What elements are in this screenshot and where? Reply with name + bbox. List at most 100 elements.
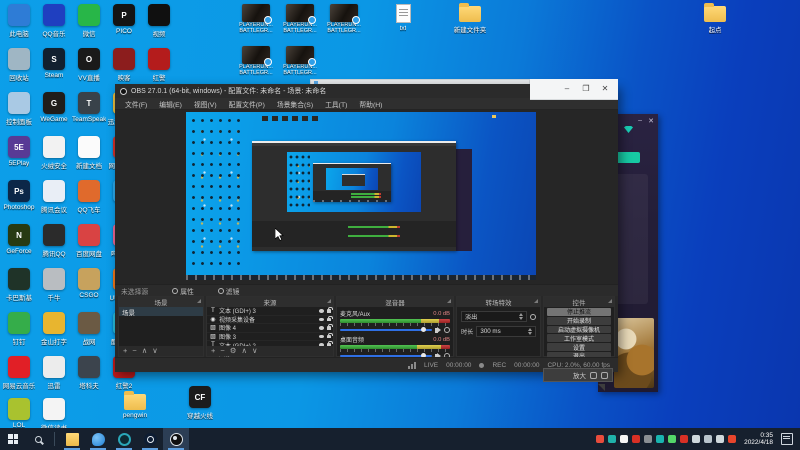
speaker-icon[interactable] bbox=[435, 326, 441, 333]
control-button[interactable]: 工作室模式 bbox=[547, 334, 611, 343]
move-scene-down-button[interactable]: ∨ bbox=[152, 347, 158, 355]
desktop-icon[interactable]: 5E 5EPlay bbox=[2, 136, 36, 178]
desktop-icon[interactable]: 迅雷 bbox=[37, 356, 71, 398]
desktop-icon[interactable]: T TeamSpeak 3 bbox=[72, 92, 106, 134]
desktop-icon[interactable]: CF 穿越火线 bbox=[183, 386, 217, 428]
spinner-updown-icon[interactable] bbox=[528, 328, 532, 335]
transitions-panel-header[interactable]: 转场特效 bbox=[457, 297, 540, 307]
tray-icon[interactable] bbox=[704, 435, 713, 443]
zoom-icon[interactable] bbox=[590, 371, 597, 379]
desktop-icon[interactable]: O VV直播 bbox=[72, 48, 106, 90]
channel-settings-icon[interactable] bbox=[444, 327, 450, 333]
desktop-icon-right-folder[interactable]: 起点 bbox=[698, 2, 732, 44]
desktop-icon[interactable]: S Steam bbox=[37, 48, 71, 90]
desktop-icon[interactable]: 视频 bbox=[142, 4, 176, 46]
scenes-panel-header[interactable]: 场景 bbox=[119, 297, 203, 307]
minimize-button[interactable]: – bbox=[638, 117, 642, 124]
desktop-icon-bottom-folder[interactable]: pengwin bbox=[118, 390, 152, 432]
desktop-icon[interactable]: N GeForce bbox=[2, 224, 36, 266]
sources-panel-header[interactable]: 来源 bbox=[207, 297, 333, 307]
add-scene-button[interactable]: + bbox=[123, 347, 127, 355]
desktop-icon[interactable]: 控制面板 bbox=[2, 92, 36, 134]
desktop-icon[interactable]: 火绒安全 bbox=[37, 136, 71, 178]
volume-slider[interactable] bbox=[340, 327, 432, 333]
menu-item[interactable]: 编辑(E) bbox=[153, 99, 188, 109]
menu-item[interactable]: 配置文件(P) bbox=[223, 99, 271, 109]
desktop-icon[interactable]: 战网 bbox=[72, 312, 106, 354]
notification-center-icon[interactable] bbox=[781, 433, 793, 445]
tray-icon[interactable] bbox=[596, 435, 605, 443]
visibility-eye-icon[interactable] bbox=[319, 309, 324, 313]
tray-icon[interactable] bbox=[668, 435, 677, 443]
mixer-panel-header[interactable]: 混音器 bbox=[337, 297, 453, 307]
taskbar-search-button[interactable] bbox=[26, 428, 50, 450]
desktop-icon[interactable]: 塔科夫 bbox=[72, 356, 106, 398]
desktop-icon[interactable]: 钉钉 bbox=[2, 312, 36, 354]
lock-icon[interactable] bbox=[327, 333, 333, 339]
desktop-icon[interactable]: G WeGame bbox=[37, 92, 71, 134]
visibility-eye-icon[interactable] bbox=[319, 334, 324, 339]
move-source-up-button[interactable]: ∧ bbox=[242, 347, 248, 355]
magnifier-popup[interactable]: 放大 bbox=[543, 368, 613, 382]
start-button[interactable] bbox=[0, 428, 26, 450]
transition-select[interactable]: 淡出 bbox=[461, 311, 527, 322]
tray-icon[interactable] bbox=[632, 435, 641, 443]
taskbar-app-button[interactable] bbox=[137, 428, 163, 450]
screenshot-thumbnail[interactable]: PLAYERUN... BATTLEGR... bbox=[327, 4, 361, 48]
desktop-icon[interactable]: 腾讯QQ bbox=[37, 224, 71, 266]
desktop-icon[interactable]: Ps Photoshop bbox=[2, 180, 36, 222]
desktop-icon[interactable]: QQ音乐 bbox=[37, 4, 71, 46]
lock-icon[interactable] bbox=[327, 324, 333, 330]
lock-icon[interactable] bbox=[327, 315, 333, 322]
tray-icon[interactable] bbox=[716, 435, 725, 443]
taskbar-app-button[interactable] bbox=[163, 428, 189, 450]
lock-icon[interactable] bbox=[327, 307, 333, 313]
tray-icon[interactable] bbox=[680, 435, 689, 443]
tray-icon[interactable] bbox=[608, 435, 617, 443]
tray-icon[interactable] bbox=[656, 435, 665, 443]
desktop-icon[interactable]: 千牛 bbox=[37, 268, 71, 310]
desktop-icon[interactable]: 新建文档 bbox=[72, 136, 106, 178]
visibility-eye-icon[interactable] bbox=[319, 317, 324, 322]
desktop-icon[interactable]: CSGO bbox=[72, 268, 106, 310]
menu-item[interactable]: 工具(T) bbox=[319, 99, 353, 109]
screenshot-thumbnail[interactable]: PLAYERUN... BATTLEGR... bbox=[283, 4, 317, 48]
control-button[interactable]: 启动虚拟摄像机 bbox=[547, 325, 611, 334]
maximize-button[interactable]: ❐ bbox=[581, 84, 591, 94]
taskbar-clock[interactable]: 0:35 2022/4/18 bbox=[744, 432, 773, 447]
menu-item[interactable]: 文件(F) bbox=[119, 99, 153, 109]
slider-handle[interactable] bbox=[420, 327, 426, 333]
remove-scene-button[interactable]: − bbox=[132, 347, 136, 355]
tray-icon[interactable] bbox=[620, 435, 629, 443]
remove-source-button[interactable]: − bbox=[220, 347, 224, 355]
move-scene-up-button[interactable]: ∧ bbox=[142, 347, 148, 355]
desktop-icon[interactable]: P PICO bbox=[107, 4, 141, 46]
tray-icon[interactable] bbox=[644, 435, 653, 443]
move-source-down-button[interactable]: ∨ bbox=[252, 347, 258, 355]
tray-icon[interactable] bbox=[692, 435, 701, 443]
minimize-button[interactable]: – bbox=[562, 84, 572, 94]
obs-window[interactable]: OBS 27.0.1 (64-bit, windows) - 配置文件: 未命名… bbox=[115, 84, 618, 372]
expand-icon[interactable] bbox=[601, 371, 608, 379]
accent-button[interactable] bbox=[616, 152, 640, 163]
desktop-icon-new-folder[interactable]: 新建文件夹 bbox=[453, 2, 487, 44]
controls-panel-header[interactable]: 控件 bbox=[544, 297, 614, 307]
desktop-icon[interactable]: 卡巴斯基 bbox=[2, 268, 36, 310]
close-button[interactable]: ✕ bbox=[600, 84, 610, 94]
desktop-icon[interactable]: 金山打字 bbox=[37, 312, 71, 354]
menu-item[interactable]: 视图(V) bbox=[188, 99, 223, 109]
menu-item[interactable]: 帮助(H) bbox=[353, 99, 388, 109]
desktop-icon[interactable]: 百度网盘 bbox=[72, 224, 106, 266]
transition-settings-icon[interactable] bbox=[530, 313, 536, 320]
desktop-icon[interactable]: 腾讯会议 bbox=[37, 180, 71, 222]
taskbar-app-button[interactable] bbox=[85, 428, 111, 450]
control-button[interactable]: 停止推流 bbox=[547, 308, 611, 316]
desktop-icon[interactable]: 回收站 bbox=[2, 48, 36, 90]
duration-input[interactable]: 300 ms bbox=[476, 326, 536, 337]
control-button[interactable]: 设置 bbox=[547, 343, 611, 352]
add-source-button[interactable]: + bbox=[211, 347, 215, 355]
desktop-icon[interactable]: 此电脑 bbox=[2, 4, 36, 46]
source-properties-button[interactable]: ⚙ bbox=[230, 347, 237, 355]
screenshot-thumbnail[interactable]: PLAYERUN... BATTLEGR... bbox=[239, 4, 273, 48]
desktop-icon[interactable]: QQ飞车 bbox=[72, 180, 106, 222]
